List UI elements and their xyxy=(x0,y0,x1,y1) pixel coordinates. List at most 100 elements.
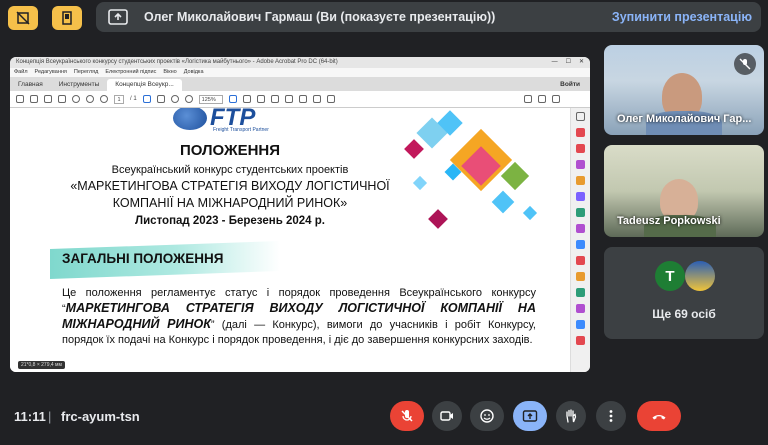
menu-help[interactable]: Довідка xyxy=(184,68,204,77)
page-total: / 1 xyxy=(130,96,137,102)
stamp-icon[interactable] xyxy=(298,95,307,103)
tab-tools[interactable]: Инструменты xyxy=(51,79,108,91)
fit-page-icon[interactable] xyxy=(228,95,237,103)
select-cursor-icon[interactable] xyxy=(142,95,151,103)
hand-tool-icon[interactable] xyxy=(156,95,165,103)
contest-name-line-2: КОМПАНІЇ НА МІЖНАРОДНИЙ РИНОК» xyxy=(112,196,348,210)
present-now-button[interactable] xyxy=(513,401,547,431)
login-button[interactable]: Войти xyxy=(560,79,580,91)
avatar xyxy=(685,261,715,291)
create-pdf-icon[interactable] xyxy=(576,128,585,137)
combine-files-icon[interactable] xyxy=(576,192,585,201)
comment-icon[interactable] xyxy=(256,95,265,103)
pdf-page: FTP Freight Transport Partner ПОЛОЖЕННЯ … xyxy=(10,108,570,372)
camera-icon xyxy=(440,411,453,421)
close-icon[interactable]: ✕ xyxy=(579,57,584,68)
scroll-mode-icon[interactable] xyxy=(242,95,251,103)
mic-off-icon xyxy=(401,410,413,422)
others-tile[interactable]: T Ще 69 осіб xyxy=(604,247,764,339)
hand-raise-icon[interactable] xyxy=(8,6,38,30)
zoom-in-icon[interactable] xyxy=(184,95,193,103)
print-icon[interactable] xyxy=(58,95,66,103)
current-time: 11:11 xyxy=(14,409,46,424)
participant-tile-self[interactable]: Олег Миколайович Гар... xyxy=(604,45,764,135)
page-size-status: 21*0,8 × 279,4 мм xyxy=(18,361,65,369)
meeting-code: frc-ayum-tsn xyxy=(61,409,140,424)
doc-subtitle: Всеукраїнський конкурс студентських прое… xyxy=(111,164,349,176)
mic-off-icon xyxy=(734,53,756,75)
organize-pages-icon[interactable] xyxy=(576,208,585,217)
reactions-button[interactable] xyxy=(470,401,504,431)
page-number-input[interactable]: 1 xyxy=(114,94,124,104)
menu-file[interactable]: Файл xyxy=(14,68,28,77)
shared-screen: Концепція Всеукраїнського конкурсу студе… xyxy=(10,57,590,372)
zoom-out-icon[interactable] xyxy=(170,95,179,103)
menu-view[interactable]: Перегляд xyxy=(74,68,98,77)
stop-presenting-button[interactable]: Зупинити презентацію xyxy=(612,10,752,24)
participant-name: Tadeusz Popkowski xyxy=(617,215,721,227)
more-options-button[interactable] xyxy=(596,401,626,431)
zoom-select[interactable]: 125% xyxy=(198,94,223,104)
menu-window[interactable]: Вікно xyxy=(163,68,176,77)
maximize-icon[interactable]: ☐ xyxy=(566,57,571,68)
menu-esign[interactable]: Електронний підпис xyxy=(105,68,156,77)
acrobat-tabbar: Главная Инструменты Концепція Всеукр... … xyxy=(10,77,590,91)
emoji-icon xyxy=(480,409,494,423)
protect-icon[interactable] xyxy=(576,256,585,265)
globe-icon xyxy=(173,108,207,130)
doc-title: ПОЛОЖЕННЯ xyxy=(179,142,281,159)
scan-ocr-icon[interactable] xyxy=(576,288,585,297)
save-icon[interactable] xyxy=(16,95,24,103)
highlight-icon[interactable] xyxy=(284,95,293,103)
tab-home[interactable]: Главная xyxy=(10,79,51,91)
contest-period: Листопад 2023 - Березень 2024 р. xyxy=(135,215,325,227)
comment-tool-icon[interactable] xyxy=(576,176,585,185)
present-screen-icon xyxy=(522,410,538,422)
search-icon[interactable] xyxy=(72,95,80,103)
link-icon[interactable] xyxy=(552,95,560,103)
mail-icon[interactable] xyxy=(538,95,546,103)
measure-icon[interactable] xyxy=(576,320,585,329)
avatar: T xyxy=(655,261,685,291)
mic-toggle-button[interactable] xyxy=(390,401,424,431)
send-sign-icon[interactable] xyxy=(576,240,585,249)
edit-pdf-icon[interactable] xyxy=(576,160,585,169)
redact-icon[interactable] xyxy=(576,336,585,345)
next-page-icon[interactable] xyxy=(100,95,108,103)
ftp-logo: FTP Freight Transport Partner xyxy=(173,108,269,133)
separator: | xyxy=(48,409,52,424)
window-title: Концепція Всеукраїнського конкурсу студе… xyxy=(16,59,338,65)
door-icon[interactable] xyxy=(52,6,82,30)
upload-icon[interactable] xyxy=(44,95,52,103)
rotate-icon[interactable] xyxy=(326,95,335,103)
zoom-tool-icon[interactable] xyxy=(576,112,585,121)
fill-sign-icon[interactable] xyxy=(576,224,585,233)
paragraph-general: Це положення регламентує статус і порядо… xyxy=(62,287,536,346)
delete-icon[interactable] xyxy=(312,95,321,103)
export-pdf-icon[interactable] xyxy=(576,144,585,153)
stamp-tool-icon[interactable] xyxy=(576,304,585,313)
star-icon[interactable] xyxy=(30,95,38,103)
hangup-icon xyxy=(652,415,666,420)
acrobat-menubar: Файл Редагування Перегляд Електронний пі… xyxy=(10,68,590,77)
pen-icon[interactable] xyxy=(270,95,279,103)
presenter-status-text: Олег Миколайович Гармаш (Ви (показуєте п… xyxy=(144,10,496,24)
acrobat-toolbar: 1 / 1 125% xyxy=(10,91,590,108)
acrobat-tools-rail xyxy=(570,108,590,372)
tab-document[interactable]: Концепція Всеукр... xyxy=(107,79,182,91)
present-screen-icon xyxy=(108,9,128,25)
prepare-form-icon[interactable] xyxy=(576,272,585,281)
camera-toggle-button[interactable] xyxy=(432,401,462,431)
menu-edit[interactable]: Редагування xyxy=(35,68,67,77)
acrobat-titlebar: Концепція Всеукраїнського конкурсу студе… xyxy=(10,57,590,68)
more-vert-icon xyxy=(609,410,613,422)
minimize-icon[interactable]: — xyxy=(552,57,558,68)
raise-hand-button[interactable] xyxy=(556,401,586,431)
leave-call-button[interactable] xyxy=(637,401,681,431)
section-title: ЗАГАЛЬНІ ПОЛОЖЕННЯ xyxy=(62,251,224,266)
presentation-banner: Олег Миколайович Гармаш (Ви (показуєте п… xyxy=(96,2,761,32)
prev-page-icon[interactable] xyxy=(86,95,94,103)
participant-tile-tadeusz[interactable]: Tadeusz Popkowski xyxy=(604,145,764,237)
share-icon[interactable] xyxy=(524,95,532,103)
hand-icon xyxy=(566,409,577,423)
